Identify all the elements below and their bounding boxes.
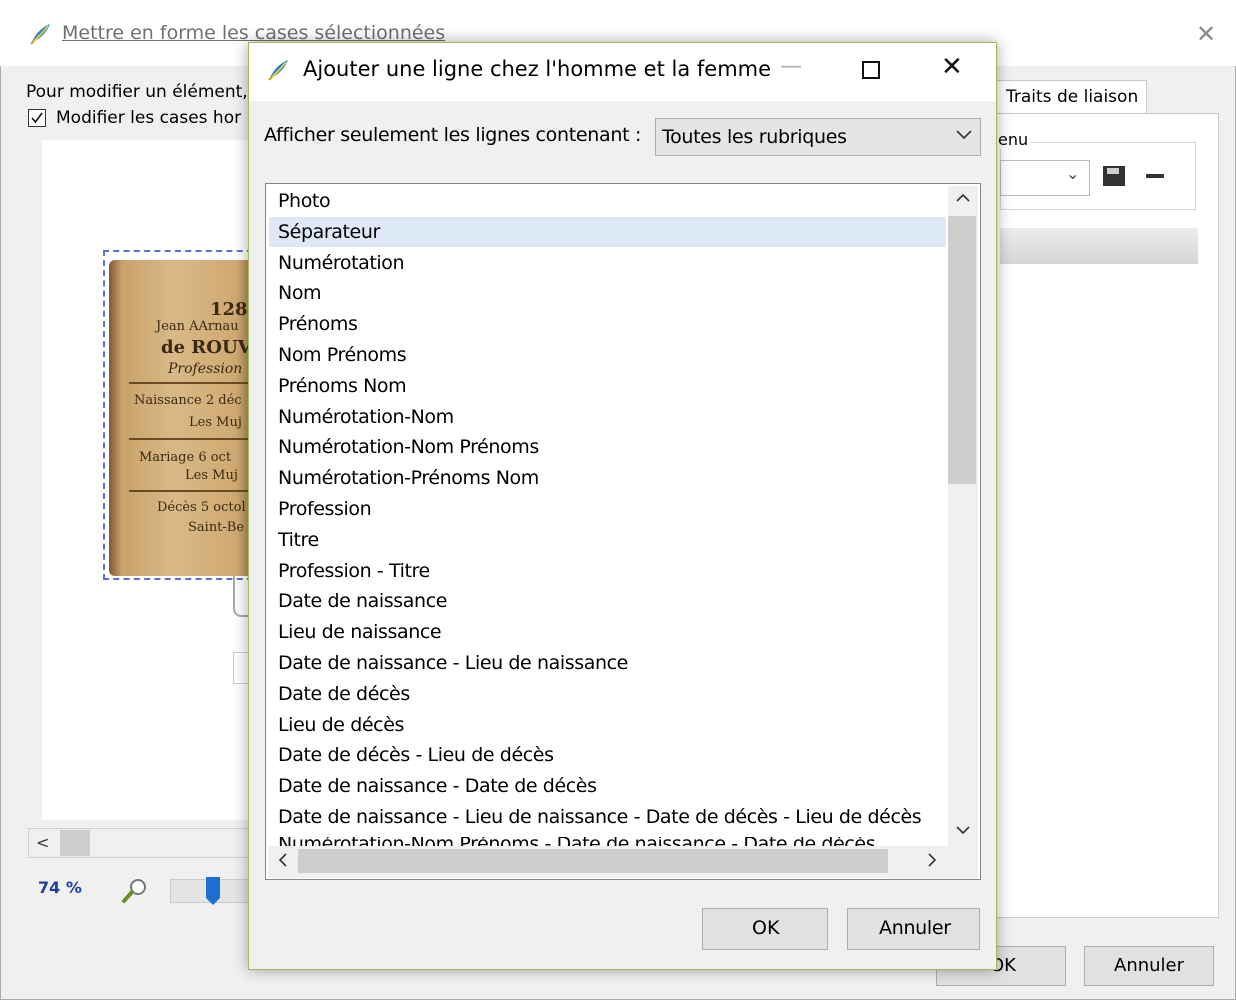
chevron-down-icon[interactable]: ⌄ bbox=[1066, 164, 1079, 183]
list-item-partial-label: Numérotation-Nom Prénoms - Date de naiss… bbox=[278, 837, 876, 846]
scroll-left-arrow-icon[interactable]: < bbox=[36, 833, 49, 852]
card-marriage: Mariage 6 oct bbox=[139, 450, 232, 465]
card-divider bbox=[129, 490, 251, 492]
list-item[interactable]: Lieu de décès bbox=[278, 710, 404, 741]
card-death: Décès 5 octol bbox=[157, 500, 246, 515]
minus-icon[interactable] bbox=[1146, 174, 1164, 178]
modify-boxes-checkbox[interactable] bbox=[28, 109, 46, 127]
dialog-title: Ajouter une ligne chez l'homme et la fem… bbox=[303, 57, 772, 81]
list-item-partial[interactable]: Numérotation-Nom Prénoms - Date de naiss… bbox=[269, 837, 946, 846]
list-item[interactable]: Date de naissance bbox=[278, 586, 447, 617]
vertical-scroll-thumb[interactable] bbox=[948, 216, 976, 484]
list-item[interactable]: Numérotation-Nom bbox=[278, 402, 454, 433]
header-bar bbox=[1000, 228, 1198, 264]
maximize-icon[interactable] bbox=[862, 61, 880, 79]
horizontal-scroll-thumb[interactable] bbox=[298, 849, 888, 873]
parchment-image: 128 Jean AArnau de ROUV Profession Naiss… bbox=[109, 260, 252, 576]
close-icon[interactable]: ✕ bbox=[941, 52, 963, 82]
background-close-icon[interactable]: ✕ bbox=[1196, 20, 1216, 48]
card-divider bbox=[129, 438, 251, 440]
list-item[interactable]: Date de décès bbox=[278, 679, 410, 710]
list-item[interactable]: Date de naissance - Lieu de naissance bbox=[278, 648, 628, 679]
chevron-down-icon[interactable] bbox=[955, 127, 973, 145]
list-item[interactable]: Date de décès - Lieu de décès bbox=[278, 740, 554, 771]
card-surname: de ROUV bbox=[161, 337, 252, 358]
tab-traits-de-liaison-label: Traits de liaison bbox=[1006, 87, 1139, 107]
list-item[interactable]: Lieu de naissance bbox=[278, 617, 442, 648]
preview-scroll-thumb[interactable] bbox=[60, 830, 90, 856]
card-death-place: Saint-Be bbox=[188, 520, 245, 535]
card-divider bbox=[129, 382, 251, 384]
chevron-right-icon[interactable] bbox=[926, 852, 938, 872]
quill-feather-icon bbox=[28, 22, 52, 46]
filter-select-value: Toutes les rubriques bbox=[662, 126, 847, 148]
zoom-slider-thumb[interactable] bbox=[205, 876, 221, 906]
ok-button-label: OK bbox=[752, 917, 780, 939]
background-cancel-label: Annuler bbox=[1114, 955, 1185, 976]
card-birth-place: Les Muj bbox=[189, 415, 242, 430]
list-item[interactable]: Titre bbox=[278, 525, 319, 556]
list-item[interactable]: Numérotation-Prénoms Nom bbox=[278, 463, 539, 494]
card-profession: Profession bbox=[168, 361, 243, 377]
filter-label: Afficher seulement les lignes contenant … bbox=[264, 124, 642, 146]
list-item[interactable]: Prénoms Nom bbox=[278, 371, 407, 402]
card-marriage-place: Les Muj bbox=[185, 468, 238, 483]
background-window-title: Mettre en forme les cases sélectionnées bbox=[62, 22, 446, 44]
chevron-up-icon[interactable] bbox=[955, 190, 971, 208]
instruction-text: Pour modifier un élément, bbox=[26, 82, 248, 102]
chevron-down-icon[interactable] bbox=[955, 822, 971, 840]
list-item[interactable]: Numérotation-Nom Prénoms bbox=[278, 432, 539, 463]
zoom-level: 74 % bbox=[38, 878, 82, 897]
card-birth: Naissance 2 déc bbox=[134, 393, 242, 408]
menu-group-label: enu bbox=[996, 130, 1031, 149]
card-number: 128 bbox=[210, 299, 248, 320]
list-item[interactable]: Nom Prénoms bbox=[278, 340, 407, 371]
list-item[interactable]: Photo bbox=[278, 186, 331, 217]
cancel-button-label: Annuler bbox=[879, 917, 951, 939]
list-item[interactable]: Date de naissance - Date de décès bbox=[278, 771, 597, 802]
list-item[interactable]: Prénoms bbox=[278, 309, 358, 340]
preview-card[interactable]: 128 Jean AArnau de ROUV Profession Naiss… bbox=[103, 250, 253, 580]
chevron-left-icon[interactable] bbox=[277, 852, 289, 872]
list-item[interactable]: Date de naissance - Lieu de naissance - … bbox=[278, 802, 922, 833]
list-item[interactable]: Numérotation bbox=[278, 248, 405, 279]
minimize-icon[interactable]: — bbox=[780, 54, 802, 79]
list-item[interactable]: Séparateur bbox=[278, 217, 380, 248]
list-item[interactable]: Profession - Titre bbox=[278, 556, 430, 587]
magnifier-icon[interactable] bbox=[120, 876, 152, 910]
floppy-disk-label-area bbox=[1107, 168, 1119, 174]
modify-boxes-label: Modifier les cases hor bbox=[56, 108, 242, 128]
list-item[interactable]: Nom bbox=[278, 278, 322, 309]
card-name: Jean AArnau bbox=[156, 319, 239, 334]
list-item[interactable]: Profession bbox=[278, 494, 372, 525]
quill-feather-icon bbox=[266, 58, 290, 82]
